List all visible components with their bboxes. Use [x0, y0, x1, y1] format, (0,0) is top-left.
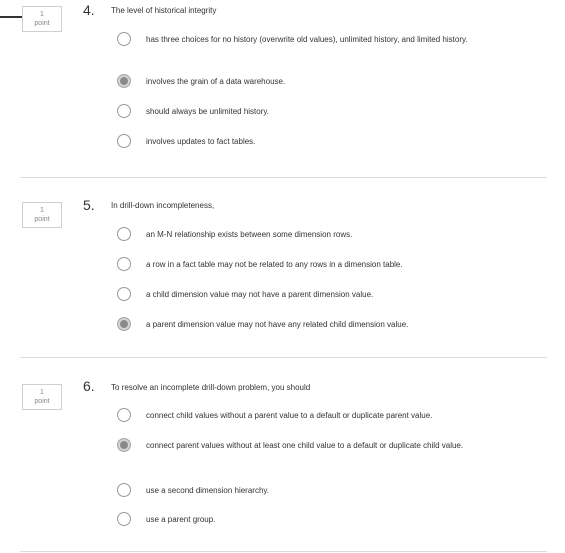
points-box: 1 point — [22, 6, 62, 32]
answer-option-label: a row in a fact table may not be related… — [146, 260, 403, 269]
question-number: 6. — [83, 378, 95, 394]
radio-button[interactable] — [117, 512, 131, 526]
answer-option-label: involves the grain of a data warehouse. — [146, 77, 286, 86]
answer-option-label: use a second dimension hierarchy. — [146, 486, 270, 495]
radio-button[interactable] — [117, 227, 131, 241]
question-number: 5. — [83, 197, 95, 213]
radio-button[interactable] — [117, 134, 131, 148]
section-divider — [20, 551, 547, 552]
radio-button[interactable] — [117, 104, 131, 118]
radio-button-selected[interactable] — [117, 317, 131, 331]
radio-button[interactable] — [117, 257, 131, 271]
radio-button[interactable] — [117, 408, 131, 422]
radio-button-selected[interactable] — [117, 438, 131, 452]
points-box: 1 point — [22, 202, 62, 228]
question-text: The level of historical integrity — [111, 6, 217, 15]
answer-option-label: an M-N relationship exists between some … — [146, 230, 353, 239]
radio-button-selected[interactable] — [117, 74, 131, 88]
radio-button[interactable] — [117, 483, 131, 497]
answer-option-label: connect parent values without at least o… — [146, 441, 464, 450]
points-box: 1 point — [22, 384, 62, 410]
points-label: point — [34, 398, 50, 405]
question-text: In drill-down incompleteness, — [111, 201, 215, 210]
section-divider — [20, 357, 547, 358]
radio-button[interactable] — [117, 32, 131, 46]
points-label: point — [34, 20, 50, 27]
answer-option-label: connect child values without a parent va… — [146, 411, 433, 420]
answer-option-label: should always be unlimited history. — [146, 107, 270, 116]
section-divider — [20, 177, 547, 178]
radio-button[interactable] — [117, 287, 131, 301]
points-value: 1 — [40, 11, 44, 18]
points-value: 1 — [40, 389, 44, 396]
points-value: 1 — [40, 207, 44, 214]
answer-option-label: a child dimension value may not have a p… — [146, 290, 374, 299]
left-edge-bar — [0, 16, 22, 18]
answer-option-label: involves updates to fact tables. — [146, 137, 256, 146]
answer-option-label: has three choices for no history (overwr… — [146, 35, 468, 44]
points-label: point — [34, 216, 50, 223]
question-text: To resolve an incomplete drill-down prob… — [111, 383, 311, 392]
answer-option-label: use a parent group. — [146, 515, 216, 524]
question-number: 4. — [83, 2, 95, 18]
answer-option-label: a parent dimension value may not have an… — [146, 320, 409, 329]
